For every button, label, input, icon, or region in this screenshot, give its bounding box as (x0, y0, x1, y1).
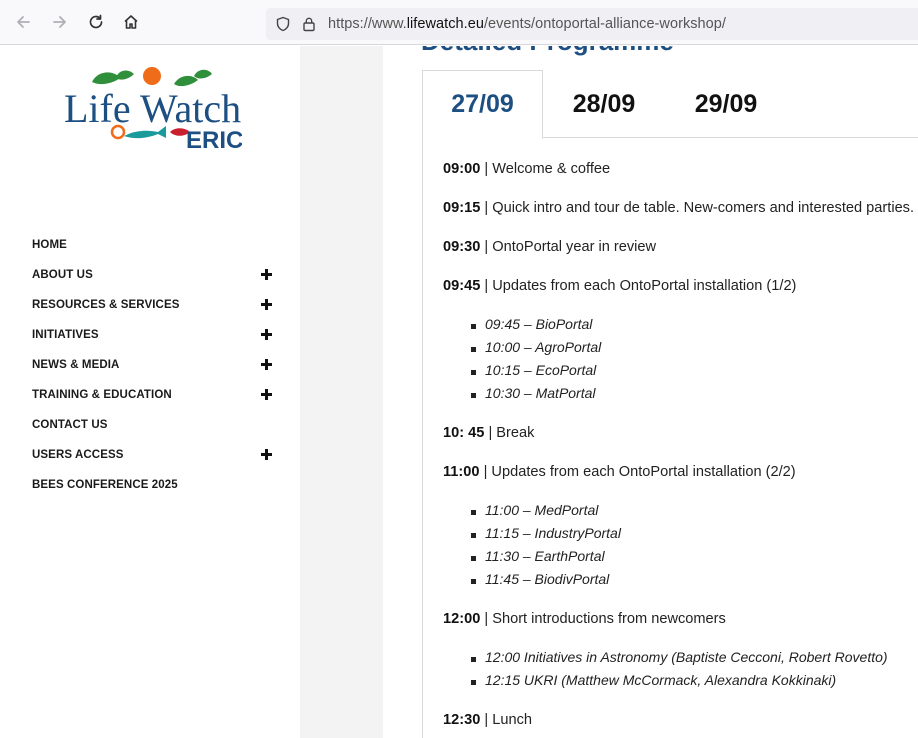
expand-plus-icon[interactable] (261, 389, 272, 400)
tab-27-09[interactable]: 27/09 (422, 70, 543, 139)
menu-item-initiatives[interactable]: INITIATIVES (32, 320, 282, 350)
menu-item-label: BEES CONFERENCE 2025 (32, 479, 178, 491)
day-tabs: 27/09 28/09 29/09 (422, 70, 918, 139)
back-arrow-icon[interactable] (11, 10, 35, 34)
menu-item-news-media[interactable]: NEWS & MEDIA (32, 350, 282, 380)
entry-text: | Quick intro and tour de table. New-com… (480, 200, 915, 216)
programme-entry: 10: 45 | Break (443, 425, 534, 441)
expand-plus-icon[interactable] (261, 329, 272, 340)
menu-item-home[interactable]: HOME (32, 230, 282, 260)
list-item: 12:00 Initiatives in Astronomy (Baptiste… (471, 649, 888, 672)
menu-item-label: ABOUT US (32, 269, 93, 281)
programme-entry: 12:30 | Lunch (443, 712, 532, 728)
programme-entry: 09:15 | Quick intro and tour de table. N… (443, 200, 914, 216)
url-text[interactable]: https://www.lifewatch.eu/events/ontoport… (328, 16, 726, 32)
entry-time: 11:00 (443, 464, 480, 480)
expand-plus-icon[interactable] (261, 359, 272, 370)
entry-time: 12:30 (443, 712, 481, 728)
logo-word-watch: Watch (140, 86, 241, 131)
logo-eric: ERIC (186, 127, 242, 150)
entry-time: 09:15 (443, 200, 481, 216)
menu-item-about-us[interactable]: ABOUT US (32, 260, 282, 290)
entry-time: 12:00 (443, 611, 481, 627)
section-heading: Detailed Programme (421, 46, 674, 57)
menu-item-label: USERS ACCESS (32, 449, 124, 461)
entry-text: | Short introductions from newcomers (480, 611, 726, 627)
entry-time: 10: 45 (443, 425, 485, 441)
entry-time: 09:30 (443, 239, 481, 255)
menu-item-label: TRAINING & EDUCATION (32, 389, 172, 401)
session-list: 11:00 – MedPortal 11:15 – IndustryPortal… (471, 502, 621, 594)
list-item: 11:15 – IndustryPortal (471, 525, 621, 548)
tab-panel: 09:00 | Welcome & coffee 09:15 | Quick i… (422, 138, 918, 738)
entry-text: | Updates from each OntoPortal installat… (480, 278, 797, 294)
list-item: 10:00 – AgroPortal (471, 339, 601, 362)
menu-item-users-access[interactable]: USERS ACCESS (32, 440, 282, 470)
url-prefix: https://www. (328, 16, 407, 32)
entry-text: | OntoPortal year in review (480, 239, 657, 255)
sidebar: Life Watch ERIC HOME ABOUT US RESOURCES … (0, 46, 300, 738)
session-list: 12:00 Initiatives in Astronomy (Baptiste… (471, 649, 888, 695)
menu-item-label: CONTACT US (32, 419, 108, 431)
menu-item-label: RESOURCES & SERVICES (32, 299, 180, 311)
menu-item-resources-services[interactable]: RESOURCES & SERVICES (32, 290, 282, 320)
shield-icon[interactable] (272, 13, 294, 35)
entry-time: 09:00 (443, 161, 481, 177)
reload-icon[interactable] (84, 10, 108, 34)
menu-item-training-education[interactable]: TRAINING & EDUCATION (32, 380, 282, 410)
browser-toolbar: https://www.lifewatch.eu/events/ontoport… (0, 0, 918, 45)
session-list: 09:45 – BioPortal 10:00 – AgroPortal 10:… (471, 316, 601, 408)
menu-item-contact-us[interactable]: CONTACT US (32, 410, 282, 440)
forward-arrow-icon[interactable] (48, 10, 72, 34)
entry-time: 09:45 (443, 278, 481, 294)
main-content: Detailed Programme 27/09 28/09 29/09 09:… (383, 46, 918, 738)
list-item: 12:15 UKRI (Matthew McCormack, Alexandra… (471, 672, 888, 695)
entry-text: | Break (484, 425, 535, 441)
expand-plus-icon[interactable] (261, 269, 272, 280)
entry-text: | Welcome & coffee (480, 161, 611, 177)
entry-text: | Lunch (480, 712, 532, 728)
programme-entry: 09:00 | Welcome & coffee (443, 161, 610, 177)
home-icon[interactable] (119, 10, 143, 34)
url-path: /events/ontoportal-alliance-workshop/ (483, 16, 726, 32)
list-item: 11:30 – EarthPortal (471, 548, 621, 571)
address-bar[interactable]: https://www.lifewatch.eu/events/ontoport… (266, 8, 918, 40)
programme-entry: 09:45 | Updates from each OntoPortal ins… (443, 278, 796, 294)
menu-item-bees-conference[interactable]: BEES CONFERENCE 2025 (32, 470, 282, 500)
menu-item-label: HOME (32, 239, 67, 251)
lock-icon[interactable] (298, 13, 320, 35)
list-item: 11:45 – BiodivPortal (471, 571, 621, 594)
programme-entry: 12:00 | Short introductions from newcome… (443, 611, 726, 627)
tab-29-09[interactable]: 29/09 (665, 70, 787, 138)
entry-text: | Updates from each OntoPortal installat… (479, 464, 796, 480)
menu-item-label: INITIATIVES (32, 329, 99, 341)
url-host: lifewatch.eu (406, 16, 484, 32)
menu-item-label: NEWS & MEDIA (32, 359, 120, 371)
logo-word-life: Life (64, 86, 131, 131)
main-menu: HOME ABOUT US RESOURCES & SERVICES INITI… (32, 230, 282, 500)
lifewatch-eric-logo[interactable]: Life Watch ERIC (62, 66, 242, 150)
expand-plus-icon[interactable] (261, 449, 272, 460)
page-gutter (300, 46, 383, 738)
list-item: 10:30 – MatPortal (471, 385, 601, 408)
tab-28-09[interactable]: 28/09 (543, 70, 665, 138)
list-item: 11:00 – MedPortal (471, 502, 621, 525)
programme-entry: 09:30 | OntoPortal year in review (443, 239, 656, 255)
list-item: 10:15 – EcoPortal (471, 362, 601, 385)
list-item: 09:45 – BioPortal (471, 316, 601, 339)
expand-plus-icon[interactable] (261, 299, 272, 310)
programme-entry: 11:00 | Updates from each OntoPortal ins… (443, 464, 796, 480)
